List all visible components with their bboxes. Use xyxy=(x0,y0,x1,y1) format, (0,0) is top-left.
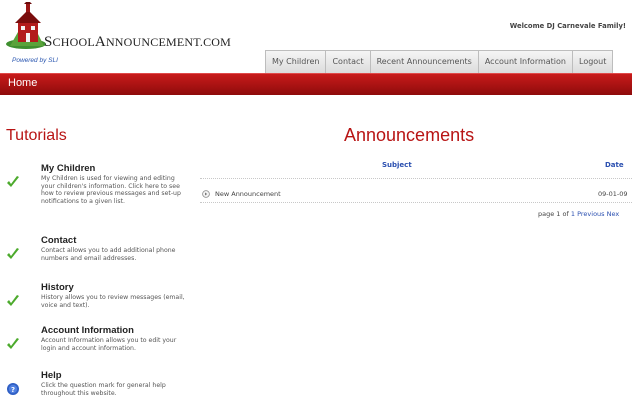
help-icon[interactable]: ? xyxy=(6,382,20,396)
home-label[interactable]: Home xyxy=(8,77,37,89)
tutorials-title: Tutorials xyxy=(6,127,67,144)
tab-my-children[interactable]: My Children xyxy=(265,50,327,73)
tab-logout[interactable]: Logout xyxy=(572,50,614,73)
pagination-text: page 1 of xyxy=(538,210,569,218)
tutorial-heading: Account Information xyxy=(41,325,134,336)
check-icon xyxy=(7,176,19,187)
powered-by-text: Powered by SLI xyxy=(12,57,58,64)
pagination: page 1 of 1 Previous Nex xyxy=(538,210,619,218)
tutorial-heading: History xyxy=(41,282,74,293)
home-bar: Home xyxy=(0,73,632,95)
tab-account-information[interactable]: Account Information xyxy=(477,50,573,73)
tutorial-description: History allows you to review messages (e… xyxy=(41,294,185,309)
tutorial-description: Click the question mark for general help… xyxy=(41,382,166,397)
row-divider xyxy=(200,202,632,203)
page-link[interactable]: 1 xyxy=(571,210,575,218)
expand-icon[interactable] xyxy=(202,190,210,198)
svg-text:?: ? xyxy=(11,386,15,394)
column-header-date[interactable]: Date xyxy=(605,161,624,169)
check-icon xyxy=(7,248,19,259)
welcome-message: Welcome DJ Carnevale Family! xyxy=(509,22,626,30)
logo-text: SCHOOLANNOUNCEMENT.COM xyxy=(44,34,232,50)
tutorial-description: Contact allows you to add additional pho… xyxy=(41,247,176,262)
tutorial-heading: Contact xyxy=(41,235,77,246)
column-header-subject[interactable]: Subject xyxy=(382,161,412,169)
tab-recent-announcements[interactable]: Recent Announcements xyxy=(369,50,479,73)
header-divider xyxy=(200,178,632,179)
tab-contact[interactable]: Contact xyxy=(325,50,371,73)
logo[interactable]: SCHOOLANNOUNCEMENT.COM Powered by SLI xyxy=(4,2,231,70)
tutorial-description: My Children is used for viewing and edit… xyxy=(41,175,181,205)
announcements-title: Announcements xyxy=(344,125,475,145)
previous-link[interactable]: Previous xyxy=(577,210,604,218)
check-icon xyxy=(7,338,19,349)
announcement-subject[interactable]: New Announcement xyxy=(215,190,281,198)
next-link[interactable]: Nex xyxy=(607,210,620,218)
check-icon xyxy=(7,295,19,306)
tutorial-heading: My Children xyxy=(41,163,96,174)
announcement-date: 09-01-09 xyxy=(598,190,628,198)
tutorial-description: Account Information allows you to edit y… xyxy=(41,337,177,352)
tutorial-heading: Help xyxy=(41,370,62,381)
main-nav-tabs: My Children Contact Recent Announcements… xyxy=(265,50,614,73)
